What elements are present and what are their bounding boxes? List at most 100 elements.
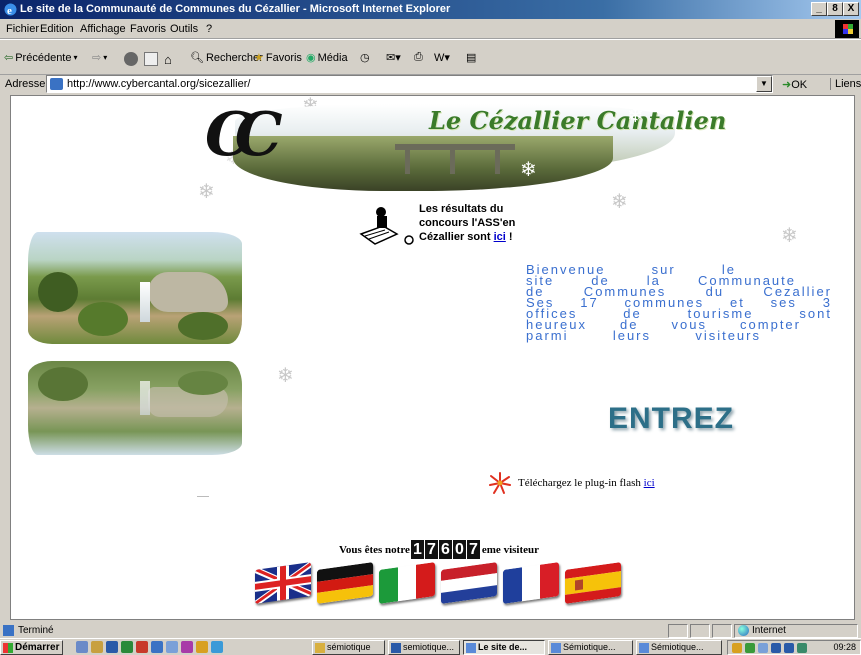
visitor-prefix: Vous êtes notre (339, 543, 410, 556)
counter-digit: 1 (410, 540, 424, 559)
forward-arrow-icon: ⇨ (92, 52, 102, 64)
taskbar-item[interactable]: semiotique... (388, 640, 460, 655)
banner-bridge (395, 144, 515, 174)
go-button[interactable]: ➜OK (782, 78, 807, 91)
quicklaunch-icon[interactable] (106, 641, 118, 653)
windows-logo-icon (3, 643, 13, 653)
germany-flag[interactable] (317, 562, 373, 604)
snowflake-icon: ❄ (627, 105, 644, 127)
address-input[interactable]: http://www.cybercantal.org/sicezallier/ … (46, 75, 773, 93)
france-flag[interactable] (503, 562, 559, 604)
start-label: Démarrer (15, 642, 60, 653)
site-banner: CC Le Cézallier Cantalien ❄ ❄ (195, 96, 726, 206)
tray-icon[interactable] (771, 643, 781, 653)
svg-text:e: e (7, 5, 12, 17)
waterfall-reflection-photo (28, 361, 242, 455)
language-flags (255, 562, 621, 604)
security-zone: Internet (738, 625, 786, 636)
quicklaunch-icon[interactable] (91, 641, 103, 653)
waterfall-photo (28, 232, 242, 344)
task-label: Sémiotique... (651, 642, 704, 652)
uk-flag[interactable] (255, 562, 311, 604)
quicklaunch-icon[interactable] (76, 641, 88, 653)
flash-text: Téléchargez le plug-in flash (518, 477, 641, 489)
divider (197, 496, 209, 497)
quicklaunch-icon[interactable] (121, 641, 133, 653)
taskbar-item[interactable]: Sémiotique... (636, 640, 722, 655)
forward-button[interactable]: ⇨ ▾ (92, 51, 107, 64)
status-pane (690, 624, 710, 638)
menu-outils[interactable]: Outils (170, 23, 198, 35)
back-arrow-icon: ⇦ (4, 52, 14, 64)
word-icon[interactable]: W▾ (434, 51, 450, 64)
flash-link[interactable]: ici (644, 477, 655, 489)
snowflake-icon: ❄ (781, 225, 798, 247)
taskbar-item[interactable]: Le site de... (463, 640, 545, 655)
media-label: Média (317, 51, 348, 64)
print-icon[interactable]: ⎙ (414, 51, 423, 64)
search-icon: 🔍︎ (190, 52, 204, 64)
quicklaunch-icon[interactable] (166, 641, 178, 653)
vertical-scrollbar[interactable] (855, 95, 861, 620)
mail-icon[interactable]: ✉▾ (386, 51, 401, 64)
quicklaunch-icon[interactable] (151, 641, 163, 653)
italy-flag[interactable] (379, 562, 435, 604)
flash-plugin-icon (489, 472, 511, 494)
back-label: Précédente (15, 51, 72, 64)
contest-figure-icon (359, 207, 414, 245)
maximize-button[interactable]: 8 (827, 2, 843, 16)
contest-suffix: ! (505, 231, 513, 243)
page-content: ❄ ❄ ❄ ❄ ❄ ❄ ❄ CC Le Cézallier Cantalien … (10, 95, 855, 620)
close-button[interactable]: X (843, 2, 859, 16)
internet-explorer-icon (551, 643, 561, 653)
minimize-button[interactable]: _ (811, 2, 827, 16)
contest-link[interactable]: ici (494, 231, 506, 243)
home-icon[interactable]: ⌂ (164, 52, 172, 67)
address-bar: Adresse http://www.cybercantal.org/sicez… (0, 75, 861, 93)
tray-icon[interactable] (784, 643, 794, 653)
snowflake-icon: ❄ (520, 159, 537, 181)
menu-fichier[interactable]: Fichier (6, 23, 39, 35)
refresh-icon[interactable] (144, 52, 158, 66)
tray-icon[interactable] (745, 643, 755, 653)
word-icon (391, 643, 401, 653)
folder-icon (315, 643, 325, 653)
back-button[interactable]: ⇦ Précédente ▾ (4, 51, 78, 65)
counter-digit: 0 (452, 540, 466, 559)
tray-icon[interactable] (797, 643, 807, 653)
links-button[interactable]: Liens (830, 78, 861, 90)
taskbar-item[interactable]: Sémiotique... (548, 640, 633, 655)
taskbar: Démarrer sémiotique semiotique... Le sit… (0, 638, 861, 655)
task-label: Sémiotique... (563, 642, 616, 652)
menu-affichage[interactable]: Affichage (80, 23, 126, 35)
quicklaunch-icon[interactable] (196, 641, 208, 653)
enter-button[interactable]: ENTREZ (608, 402, 734, 436)
menu-edition[interactable]: Edition (40, 23, 74, 35)
quicklaunch-icon[interactable] (181, 641, 193, 653)
tray-icon[interactable] (758, 643, 768, 653)
media-button[interactable]: ◉ Média (306, 51, 348, 65)
status-text: Terminé (18, 625, 54, 636)
start-button[interactable]: Démarrer (0, 640, 64, 655)
counter-digit: 7 (424, 540, 438, 559)
quicklaunch-icon[interactable] (211, 641, 223, 653)
stop-icon[interactable] (124, 52, 138, 66)
menu-help[interactable]: ? (206, 23, 212, 35)
task-label: semiotique... (403, 642, 455, 652)
quicklaunch-icon[interactable] (136, 641, 148, 653)
address-url: http://www.cybercantal.org/sicezallier/ (67, 78, 251, 90)
menu-favoris[interactable]: Favoris (130, 23, 166, 35)
history-icon[interactable]: ◷ (360, 51, 370, 64)
spain-flag[interactable] (565, 562, 621, 604)
page-done-icon (3, 625, 14, 636)
tray-icon[interactable] (732, 643, 742, 653)
search-button[interactable]: 🔍︎ Rechercher (190, 51, 263, 65)
discuss-icon[interactable]: ▤ (466, 51, 476, 64)
counter-digit: 6 (438, 540, 452, 559)
favorites-button[interactable]: ★ Favoris (254, 51, 302, 65)
page-icon (50, 78, 63, 90)
netherlands-flag[interactable] (441, 562, 497, 604)
address-dropdown-icon[interactable]: ▼ (756, 76, 772, 92)
taskbar-item[interactable]: sémiotique (312, 640, 385, 655)
counter-digit: 7 (466, 540, 480, 559)
